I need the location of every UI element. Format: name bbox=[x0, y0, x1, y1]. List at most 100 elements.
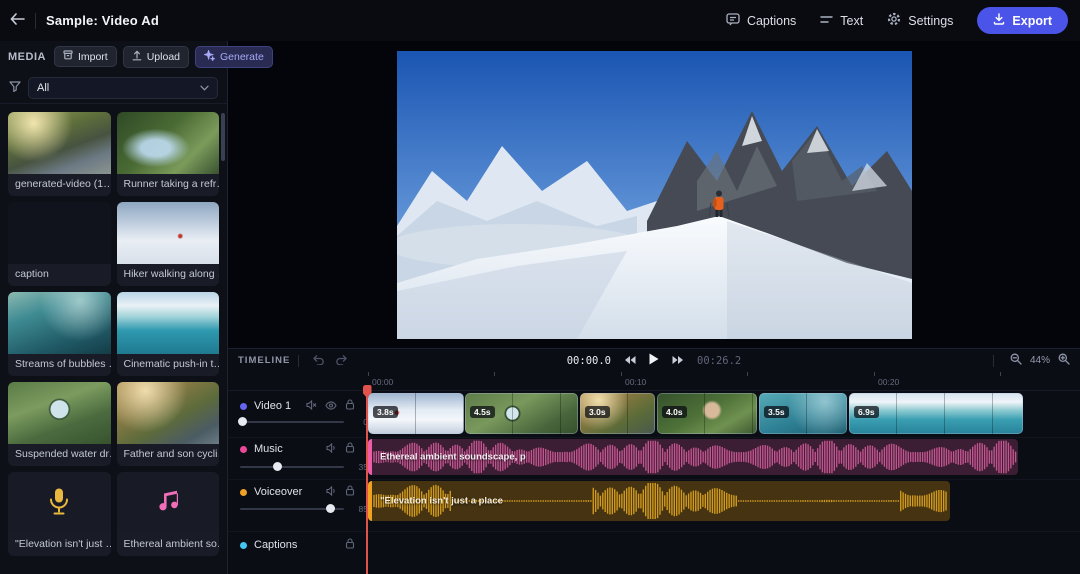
stage: TIMELINE 00:00.0 bbox=[228, 41, 1080, 574]
text-button[interactable]: Text bbox=[820, 14, 863, 28]
settings-button[interactable]: Settings bbox=[887, 12, 953, 29]
skip-forward-button[interactable] bbox=[672, 353, 684, 368]
back-button[interactable] bbox=[10, 13, 25, 28]
track-color-dot bbox=[240, 403, 247, 410]
music-clip[interactable]: Ethereal ambient soundscape, p bbox=[368, 439, 1018, 475]
media-card[interactable]: Suspended water dr… bbox=[8, 382, 111, 466]
media-label: Hiker walking along … bbox=[117, 264, 220, 286]
music-note-icon bbox=[155, 488, 181, 519]
lock-icon[interactable] bbox=[345, 397, 355, 415]
lock-icon[interactable] bbox=[345, 440, 355, 458]
lock-icon[interactable] bbox=[345, 483, 355, 501]
undo-button[interactable] bbox=[307, 353, 330, 368]
play-icon bbox=[649, 353, 659, 368]
skip-back-button[interactable] bbox=[624, 353, 636, 368]
media-card[interactable]: Cinematic push-in t… bbox=[117, 292, 220, 376]
media-label: generated-video (1… bbox=[8, 174, 111, 196]
microphone-icon bbox=[48, 487, 70, 520]
slider-track[interactable] bbox=[240, 508, 344, 510]
media-thumbnail bbox=[117, 202, 220, 264]
voiceover-clip[interactable]: "Elevation isn't just a place bbox=[368, 481, 950, 521]
track-header-video: Video 1 bbox=[228, 399, 368, 413]
generate-button[interactable]: Generate bbox=[195, 46, 273, 68]
media-label: caption bbox=[8, 264, 111, 286]
ruler-tick bbox=[747, 372, 748, 376]
redo-button[interactable] bbox=[330, 353, 353, 368]
clip-duration: 4.0s bbox=[662, 406, 687, 418]
media-card[interactable]: generated-video (1… bbox=[8, 112, 111, 196]
media-filter-select[interactable]: All bbox=[28, 77, 218, 99]
track-header-captions: Captions bbox=[228, 538, 368, 552]
video-clip[interactable]: 3.0s bbox=[580, 393, 655, 434]
text-lines-icon bbox=[820, 14, 833, 28]
captions-icon bbox=[726, 13, 740, 29]
video-preview bbox=[228, 41, 1080, 348]
volume-slider-music[interactable]: 35 bbox=[228, 461, 368, 473]
media-thumbnail bbox=[8, 292, 111, 354]
media-panel-title: MEDIA bbox=[8, 51, 46, 63]
timeline-toolbar: TIMELINE 00:00.0 bbox=[228, 349, 1080, 372]
divider bbox=[993, 355, 994, 367]
clip-duration: 3.5s bbox=[764, 406, 789, 418]
zoom-in-button[interactable] bbox=[1058, 353, 1070, 368]
media-card[interactable]: Hiker walking along … bbox=[117, 202, 220, 286]
ruler-label: 00:00 bbox=[372, 377, 393, 387]
total-duration: 00:26.2 bbox=[697, 355, 741, 367]
video-clip[interactable]: 3.5s bbox=[759, 393, 847, 434]
ruler-tick bbox=[494, 372, 495, 376]
media-card[interactable]: Father and son cycli… bbox=[117, 382, 220, 466]
media-card[interactable]: "Elevation isn't just … bbox=[8, 472, 111, 556]
rewind-icon bbox=[624, 353, 636, 368]
slider-handle[interactable] bbox=[326, 504, 335, 513]
ruler-tick bbox=[1000, 372, 1001, 376]
media-card[interactable]: caption bbox=[8, 202, 111, 286]
ruler-label: 00:20 bbox=[878, 377, 899, 387]
transport-controls: 00:00.0 bbox=[228, 349, 1080, 372]
clip-duration: 3.8s bbox=[373, 406, 398, 418]
mute-icon[interactable] bbox=[306, 397, 317, 415]
track-header-music: Music bbox=[228, 442, 368, 456]
track-header-voiceover: Voiceover bbox=[228, 485, 368, 499]
volume-icon[interactable] bbox=[326, 483, 337, 501]
lock-icon[interactable] bbox=[345, 536, 355, 554]
slider-track[interactable] bbox=[240, 421, 344, 423]
slider-handle[interactable] bbox=[238, 417, 247, 426]
timeline-ruler[interactable]: 00:00 00:10 00:20 bbox=[228, 372, 1080, 391]
media-card[interactable]: Runner taking a refr… bbox=[117, 112, 220, 196]
media-card[interactable]: Streams of bubbles … bbox=[8, 292, 111, 376]
volume-slider-video[interactable]: 0 bbox=[228, 416, 368, 428]
export-button[interactable]: Export bbox=[977, 7, 1068, 34]
video-clip[interactable]: 4.5s bbox=[465, 393, 578, 434]
import-button[interactable]: Import bbox=[54, 46, 117, 67]
media-label: Ethereal ambient so… bbox=[117, 534, 220, 556]
eye-icon[interactable] bbox=[325, 397, 337, 415]
upload-icon bbox=[132, 50, 142, 64]
redo-icon bbox=[335, 353, 348, 368]
volume-slider-voiceover[interactable]: 85 bbox=[228, 503, 368, 515]
playhead[interactable] bbox=[366, 386, 368, 574]
media-label: Streams of bubbles … bbox=[8, 354, 111, 376]
media-card[interactable]: Ethereal ambient so… bbox=[117, 472, 220, 556]
video-clip[interactable]: 6.9s bbox=[849, 393, 1023, 434]
play-button[interactable] bbox=[649, 353, 659, 368]
ruler-tick bbox=[621, 372, 622, 376]
slider-track[interactable] bbox=[240, 466, 344, 468]
volume-icon[interactable] bbox=[326, 440, 337, 458]
import-icon bbox=[63, 50, 73, 63]
ruler-tick bbox=[368, 372, 369, 376]
media-thumbnail bbox=[117, 112, 220, 174]
zoom-out-button[interactable] bbox=[1010, 353, 1022, 368]
zoom-level: 44% bbox=[1030, 355, 1050, 366]
track-color-dot bbox=[240, 446, 247, 453]
clip-duration: 3.0s bbox=[585, 406, 610, 418]
captions-button[interactable]: Captions bbox=[726, 13, 796, 29]
media-label: Runner taking a refr… bbox=[117, 174, 220, 196]
slider-handle[interactable] bbox=[273, 462, 282, 471]
fast-forward-icon bbox=[672, 353, 684, 368]
media-scrollbar[interactable] bbox=[221, 113, 225, 161]
current-time: 00:00.0 bbox=[567, 355, 611, 367]
video-clip[interactable]: 4.0s bbox=[657, 393, 757, 434]
preview-frame-mountain-scene[interactable] bbox=[397, 51, 912, 339]
video-clip[interactable]: 3.8s bbox=[368, 393, 464, 434]
upload-button[interactable]: Upload bbox=[123, 46, 189, 68]
